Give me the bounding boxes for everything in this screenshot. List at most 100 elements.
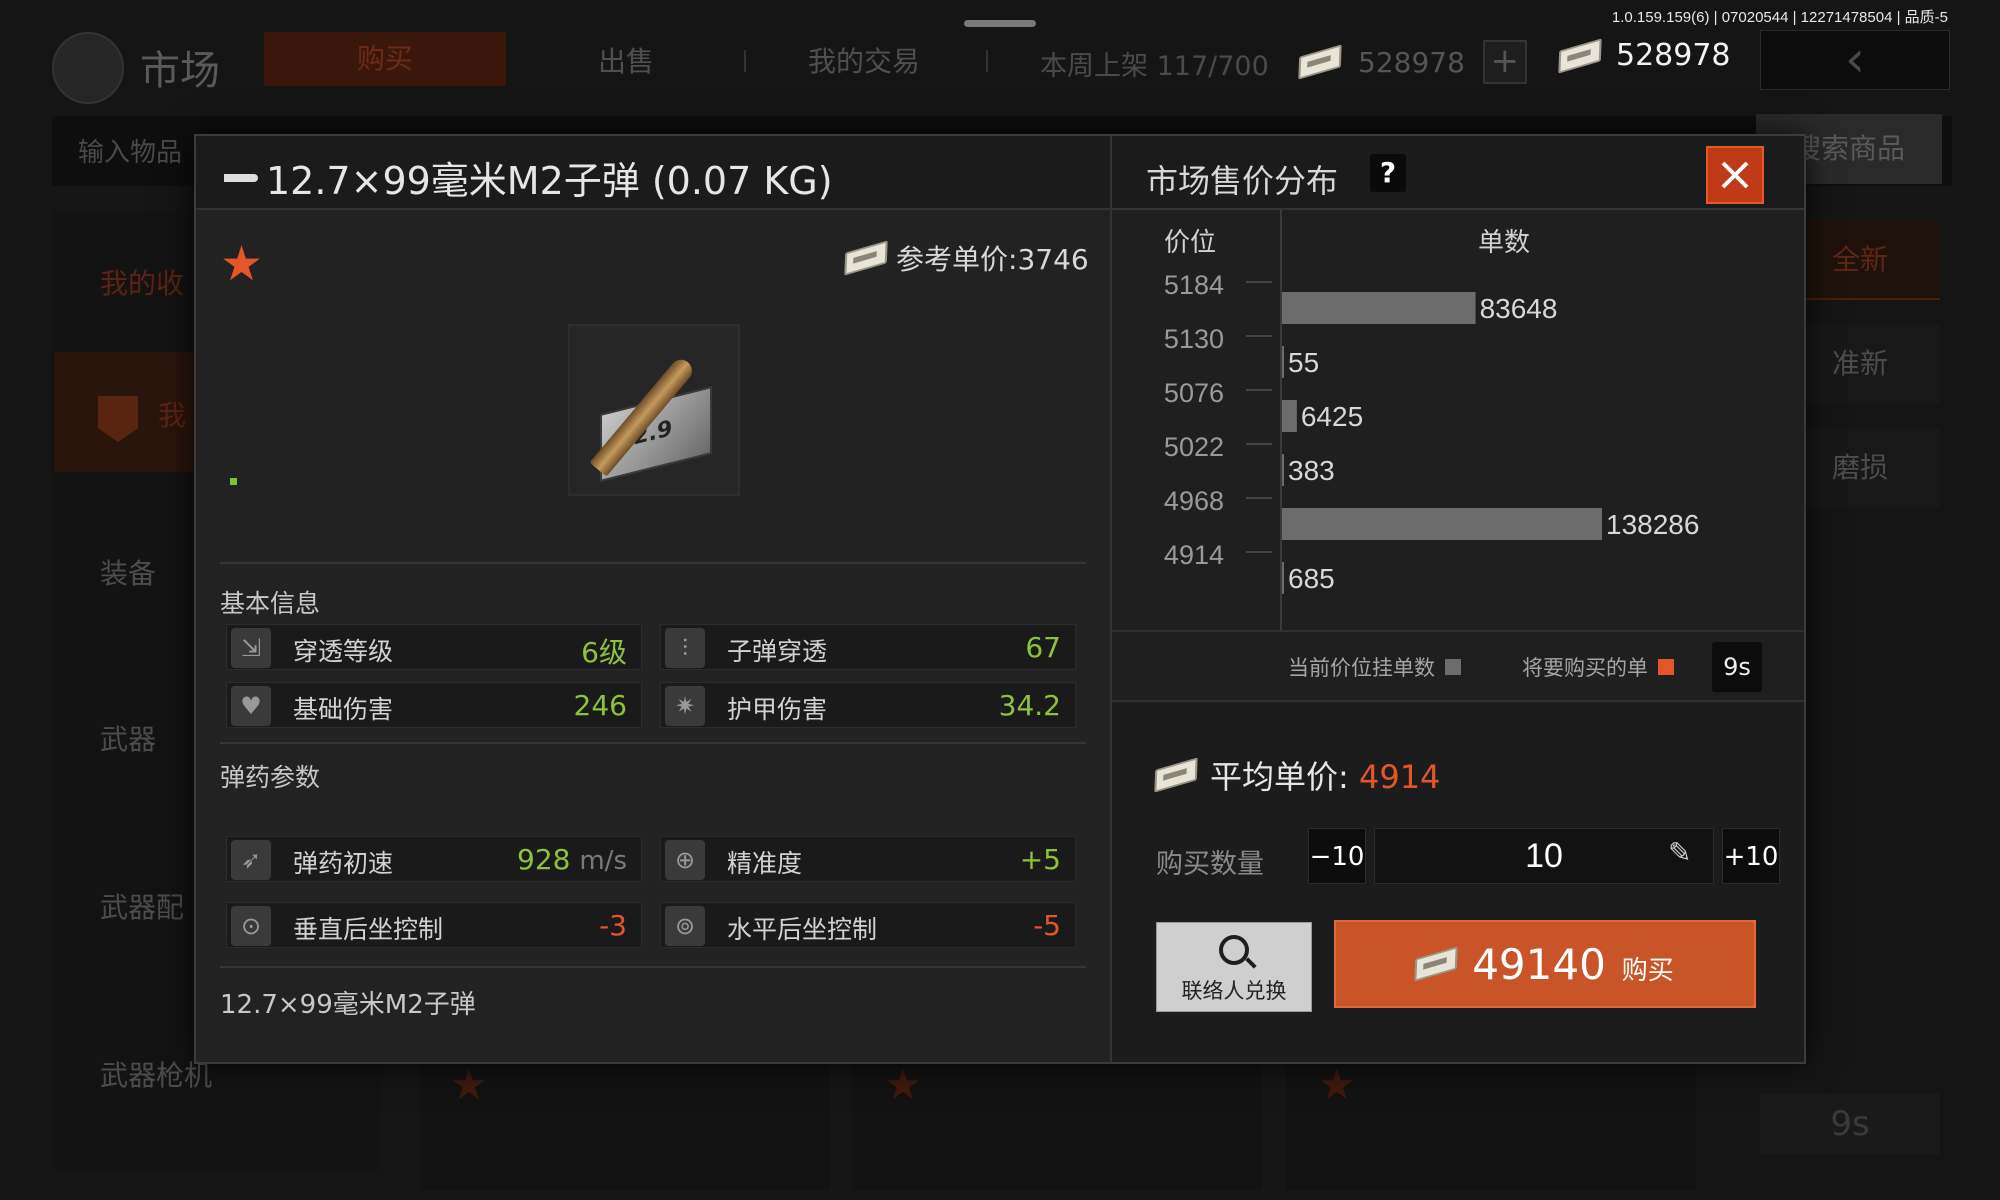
currency-value: 528978 (1358, 45, 1465, 79)
bullet-penetration-icon: ⫶ (665, 628, 705, 668)
count-bar (1282, 346, 1284, 378)
count-bar (1282, 508, 1602, 540)
stat-name: 精准度 (727, 849, 803, 878)
search-input[interactable]: 输入物品 (78, 132, 182, 169)
penetration-icon: ⇲ (231, 628, 271, 668)
tab-sell[interactable]: 出售 (598, 40, 654, 80)
buy-button[interactable]: 49140 购买 (1334, 920, 1756, 1008)
tab-divider (744, 50, 746, 72)
bullet-icon (224, 173, 258, 182)
velocity-icon: ➶ (231, 840, 271, 880)
add-currency-button[interactable]: + (1482, 40, 1527, 84)
legend-buy-label: 将要购买的单 (1522, 656, 1648, 680)
count-bar-label: 685 (1288, 563, 1335, 594)
cash-icon (1298, 44, 1342, 80)
reference-price: 参考单价:3746 (844, 238, 1089, 278)
stat-vertical-recoil: ⊙ 垂直后坐控制 -3 (226, 902, 642, 948)
price-tick-label: 4968 (1164, 486, 1224, 516)
pull-handle[interactable] (964, 20, 1036, 27)
distribution-title: 市场售价分布 (1146, 162, 1339, 200)
stat-value: -5 (1033, 909, 1061, 942)
price-tick-label: 5076 (1164, 378, 1224, 408)
exchange-label: 联络人兑换 (1181, 979, 1287, 1003)
stat-base-damage: ♥ 基础伤害 246 (226, 682, 642, 728)
market-logo-icon (52, 32, 124, 104)
divider (220, 742, 1086, 744)
quantity-label: 购买数量 (1156, 849, 1264, 880)
item-title-text: 12.7×99毫米M2子弹 (0.07 KG) (266, 159, 833, 203)
refresh-timer: 9s (1712, 642, 1762, 692)
stat-value: 34.2 (998, 689, 1061, 722)
buy-panel: 平均单价: 4914 购买数量 −10 ✎ +10 联络人兑换 49140 购买 (1112, 700, 1804, 1062)
stat-value: 6级 (581, 636, 627, 669)
quantity-input[interactable] (1374, 828, 1714, 884)
search-icon (1219, 935, 1249, 965)
stat-name: 弹药初速 (293, 849, 394, 878)
price-tick-label: 5130 (1164, 324, 1224, 354)
ammo-params-label: 弹药参数 (220, 763, 321, 792)
stat-horizontal-recoil: ⊚ 水平后坐控制 -5 (660, 902, 1076, 948)
stat-armor-damage: ✷ 护甲伤害 34.2 (660, 682, 1076, 728)
basic-info-label: 基本信息 (220, 589, 321, 618)
help-button[interactable]: ? (1370, 154, 1406, 192)
price-distribution-svg: 5184 5130 5076 5022 4968 4914 83648 55 6425 383 13… (1164, 270, 1699, 594)
velocity-value: 928 (517, 843, 571, 876)
legend-current: 当前价位挂单数 (1288, 652, 1461, 682)
average-price: 平均单价: 4914 (1154, 752, 1440, 798)
stat-name: 基础伤害 (293, 695, 394, 724)
broken-heart-icon: ♥ (231, 686, 271, 726)
sidebar-item-equipment[interactable]: 装备 (100, 552, 156, 592)
item-title: 12.7×99毫米M2子弹 (0.07 KG) (224, 150, 833, 205)
buy-total: 49140 (1472, 939, 1606, 989)
count-bar (1282, 454, 1284, 486)
contact-exchange-button[interactable]: 联络人兑换 (1156, 922, 1312, 1012)
count-bar (1282, 562, 1284, 594)
legend-orange-swatch (1658, 659, 1674, 675)
stat-value: 246 (573, 689, 627, 722)
minus-10-button[interactable]: −10 (1308, 828, 1366, 884)
tab-my-trades[interactable]: 我的交易 (808, 40, 920, 80)
cash-icon (1558, 37, 1602, 74)
velocity-unit: m/s (579, 846, 627, 876)
market-title: 市场 (140, 48, 220, 94)
count-bar (1282, 292, 1476, 324)
stat-bullet-penetration: ⫶ 子弹穿透 67 (660, 624, 1076, 670)
sidebar-item-favorites[interactable]: 我的收 (100, 262, 184, 302)
count-bar-label: 6425 (1301, 401, 1363, 432)
star-icon: ★ (450, 1060, 488, 1109)
stat-accuracy: ⊕ 精准度 +5 (660, 836, 1076, 882)
chart-legend: 当前价位挂单数 将要购买的单 9s (1112, 630, 1804, 700)
market-topbar: 市场 购买 出售 我的交易 本周上架 117/700 528978 + 5289… (0, 28, 2000, 104)
count-bar-label: 83648 (1480, 293, 1558, 324)
pencil-icon[interactable]: ✎ (1668, 836, 1698, 876)
build-info: 1.0.159.159(6) | 07020544 | 12271478504 … (1611, 9, 1948, 26)
stat-name: 水平后坐控制 (727, 915, 878, 944)
stat-value: 67 (1025, 631, 1061, 664)
vertical-recoil-icon: ⊙ (231, 906, 271, 946)
armor-damage-icon: ✷ (665, 686, 705, 726)
status-dot (230, 478, 237, 485)
count-bar-label: 138286 (1606, 509, 1699, 540)
close-button[interactable] (1706, 146, 1764, 204)
favorite-star-icon[interactable]: ★ (220, 236, 263, 292)
stat-value: 928 m/s (517, 843, 627, 876)
count-bar (1282, 400, 1297, 432)
cash-icon (844, 240, 888, 276)
weekly-listing: 本周上架 117/700 (1040, 44, 1269, 83)
stat-name: 子弹穿透 (727, 637, 828, 666)
legend-gray-swatch (1445, 659, 1461, 675)
stat-name: 护甲伤害 (727, 695, 828, 724)
back-button[interactable]: ‹ (1760, 30, 1950, 90)
plus-10-button[interactable]: +10 (1722, 828, 1780, 884)
ref-price-label: 参考单价: (896, 243, 1018, 276)
item-name: 12.7×99毫米M2子弹 (220, 990, 476, 1020)
purchase-dialog: 12.7×99毫米M2子弹 (0.07 KG) 市场售价分布 ? ★ 参考单价:… (194, 134, 1806, 1064)
tab-divider (986, 50, 988, 72)
star-icon: ★ (884, 1060, 922, 1109)
sidebar-item-weapon-parts[interactable]: 武器配 (100, 886, 184, 926)
stat-penetration-level: ⇲ 穿透等级 6级 (226, 624, 642, 670)
price-tick-label: 5022 (1164, 432, 1224, 462)
tab-buy[interactable]: 购买 (264, 32, 506, 86)
sidebar-item-weapons[interactable]: 武器 (100, 718, 156, 758)
price-tick-label: 5184 (1164, 270, 1224, 300)
